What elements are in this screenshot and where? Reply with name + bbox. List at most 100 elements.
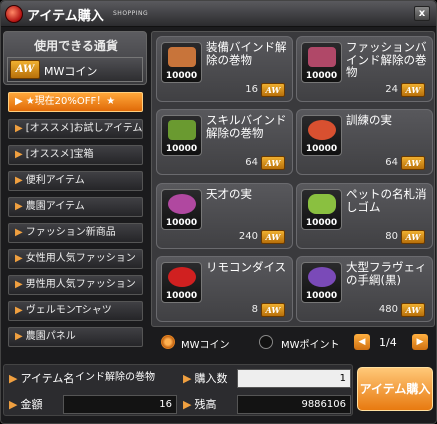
- aw-coin-icon: AW: [401, 83, 425, 97]
- item-name: ファッションバインド解除の巻物: [346, 40, 427, 79]
- aw-coin-icon: AW: [401, 230, 425, 244]
- balance-label-text: 残高: [194, 398, 217, 411]
- aw-coin-icon: AW: [10, 60, 40, 79]
- scroll-icon: 10000: [161, 115, 202, 156]
- category-fashion-new[interactable]: ▶ ファッション新商品: [8, 223, 143, 243]
- currency-header: 使用できる通貨 AW MWコイン: [3, 31, 147, 85]
- category-label: ヴェルモンTシャツ: [25, 305, 112, 316]
- item-card[interactable]: 10000 訓練の実 64 AW: [296, 109, 433, 175]
- amount-field: 16: [63, 395, 177, 414]
- category-treasure-box[interactable]: ▶ [オススメ]宝箱: [8, 145, 143, 165]
- currency-selector[interactable]: AW MWコイン: [7, 57, 143, 82]
- amount-label: ▶ 金額: [9, 396, 42, 412]
- item-card[interactable]: 10000 スキルバインド解除の巻物 64 AW: [156, 109, 293, 175]
- reins-icon: 10000: [301, 262, 342, 303]
- aw-coin-icon: AW: [401, 156, 425, 170]
- buy-item-button[interactable]: アイテム購入: [357, 367, 433, 411]
- item-card[interactable]: 10000 大型フラヴェィの手綱(黒) 480 AW: [296, 256, 433, 322]
- item-price: 10000: [305, 218, 338, 228]
- bullet-icon: ▶: [15, 201, 23, 212]
- item-quantity: 24: [385, 84, 398, 95]
- scroll-icon: 10000: [161, 42, 202, 83]
- mw-coin-radio[interactable]: [161, 335, 175, 349]
- balance-label: ▶ 残高: [183, 396, 216, 412]
- category-sale[interactable]: ▶ ★現在20%OFF！★: [8, 92, 143, 112]
- item-card[interactable]: 10000 リモコンダイス 8 AW: [156, 256, 293, 322]
- page-indicator: 1/4: [379, 336, 397, 349]
- aw-coin-icon: AW: [261, 156, 285, 170]
- scroll-icon: 10000: [301, 42, 342, 83]
- item-name: 訓練の実: [346, 113, 392, 127]
- window-subtitle: SHOPPING: [113, 10, 149, 17]
- item-quantity: 8: [251, 304, 258, 315]
- item-name: リモコンダイス: [206, 260, 287, 274]
- category-male-fashion[interactable]: ▶ 男性用人気ファッション: [8, 275, 143, 295]
- bullet-icon: ▶: [183, 372, 192, 385]
- item-grid: 10000 装備バインド解除の巻物 16 AW 10000 ファッションバインド…: [151, 31, 435, 327]
- currency-name: MWコイン: [44, 65, 98, 78]
- bullet-icon: ▶: [15, 253, 23, 264]
- amount-label-text: 金額: [20, 398, 43, 411]
- item-art: [168, 194, 196, 214]
- quantity-label: ▶ 購入数: [183, 370, 227, 386]
- bullet-icon: ▶: [15, 96, 23, 107]
- item-quantity: 240: [238, 231, 258, 242]
- item-name: 天才の実: [206, 187, 252, 201]
- currency-label: 使用できる通貨: [34, 39, 118, 53]
- bullet-icon: ▶: [15, 331, 23, 342]
- mw-point-radio[interactable]: [259, 335, 273, 349]
- category-label: 便利アイテム: [25, 175, 85, 186]
- category-label: ファッション新商品: [25, 227, 116, 238]
- item-art: [308, 267, 336, 287]
- category-farm-items[interactable]: ▶ 農園アイテム: [8, 197, 143, 217]
- category-tshirt[interactable]: ▶ ヴェルモンTシャツ: [8, 301, 143, 321]
- item-name: スキルバインド解除の巻物: [206, 113, 287, 140]
- category-female-fashion[interactable]: ▶ 女性用人気ファッション: [8, 249, 143, 269]
- item-price: 10000: [165, 144, 198, 154]
- item-art: [308, 120, 336, 140]
- quantity-label-text: 購入数: [194, 372, 228, 385]
- prev-page-icon[interactable]: ◀: [354, 334, 370, 350]
- item-card[interactable]: 10000 ペットの名札消しゴム 80 AW: [296, 183, 433, 249]
- item-name: 装備バインド解除の巻物: [206, 40, 287, 67]
- item-quantity: 64: [385, 157, 398, 168]
- category-label: 農園パネル: [25, 331, 76, 342]
- balance-field: 9886106: [237, 395, 351, 414]
- category-useful-items[interactable]: ▶ 便利アイテム: [8, 171, 143, 191]
- bullet-icon: ▶: [9, 398, 18, 411]
- category-label: 男性用人気ファッション: [25, 279, 136, 290]
- aw-coin-icon: AW: [261, 230, 285, 244]
- bullet-icon: ▶: [9, 372, 18, 385]
- dice-icon: 10000: [161, 262, 202, 303]
- item-name: ペットの名札消しゴム: [346, 187, 427, 214]
- item-art: [168, 120, 196, 140]
- item-price: 10000: [165, 291, 198, 301]
- quantity-input[interactable]: 1: [237, 369, 351, 388]
- grape-icon: 10000: [161, 189, 202, 230]
- item-quantity: 80: [385, 231, 398, 242]
- item-art: [168, 47, 196, 67]
- item-card[interactable]: 10000 天才の実 240 AW: [156, 183, 293, 249]
- item-card[interactable]: 10000 ファッションバインド解除の巻物 24 AW: [296, 36, 433, 102]
- item-art: [168, 267, 196, 287]
- close-button[interactable]: x: [414, 6, 430, 21]
- title-bar[interactable]: アイテム購入 SHOPPING x: [1, 1, 436, 27]
- category-panel: 使用できる通貨 AW MWコイン ▶ ★現在20%OFF！★ ▶ [オススメ]お試し…: [3, 31, 147, 359]
- window-title: アイテム購入: [27, 9, 104, 24]
- category-farm-panel[interactable]: ▶ 農園パネル: [8, 327, 143, 347]
- bullet-icon: ▶: [15, 305, 23, 316]
- item-price: 10000: [165, 71, 198, 81]
- shop-window: アイテム購入 SHOPPING x 使用できる通貨 AW MWコイン ▶ ★現在2…: [0, 0, 437, 424]
- bullet-icon: ▶: [15, 279, 23, 290]
- aw-coin-icon: AW: [261, 303, 285, 317]
- item-name-field: インド解除の巻物: [75, 372, 155, 383]
- next-page-icon[interactable]: ▶: [412, 334, 428, 350]
- item-card[interactable]: 10000 装備バインド解除の巻物 16 AW: [156, 36, 293, 102]
- mw-point-label: MWポイント: [281, 340, 340, 351]
- fruit-icon: 10000: [301, 115, 342, 156]
- bullet-icon: ▶: [15, 149, 23, 160]
- bullet-icon: ▶: [15, 123, 23, 134]
- item-name: 大型フラヴェィの手綱(黒): [346, 260, 427, 287]
- aw-coin-icon: AW: [401, 303, 425, 317]
- category-trial-items[interactable]: ▶ [オススメ]お試しアイテム: [8, 119, 143, 139]
